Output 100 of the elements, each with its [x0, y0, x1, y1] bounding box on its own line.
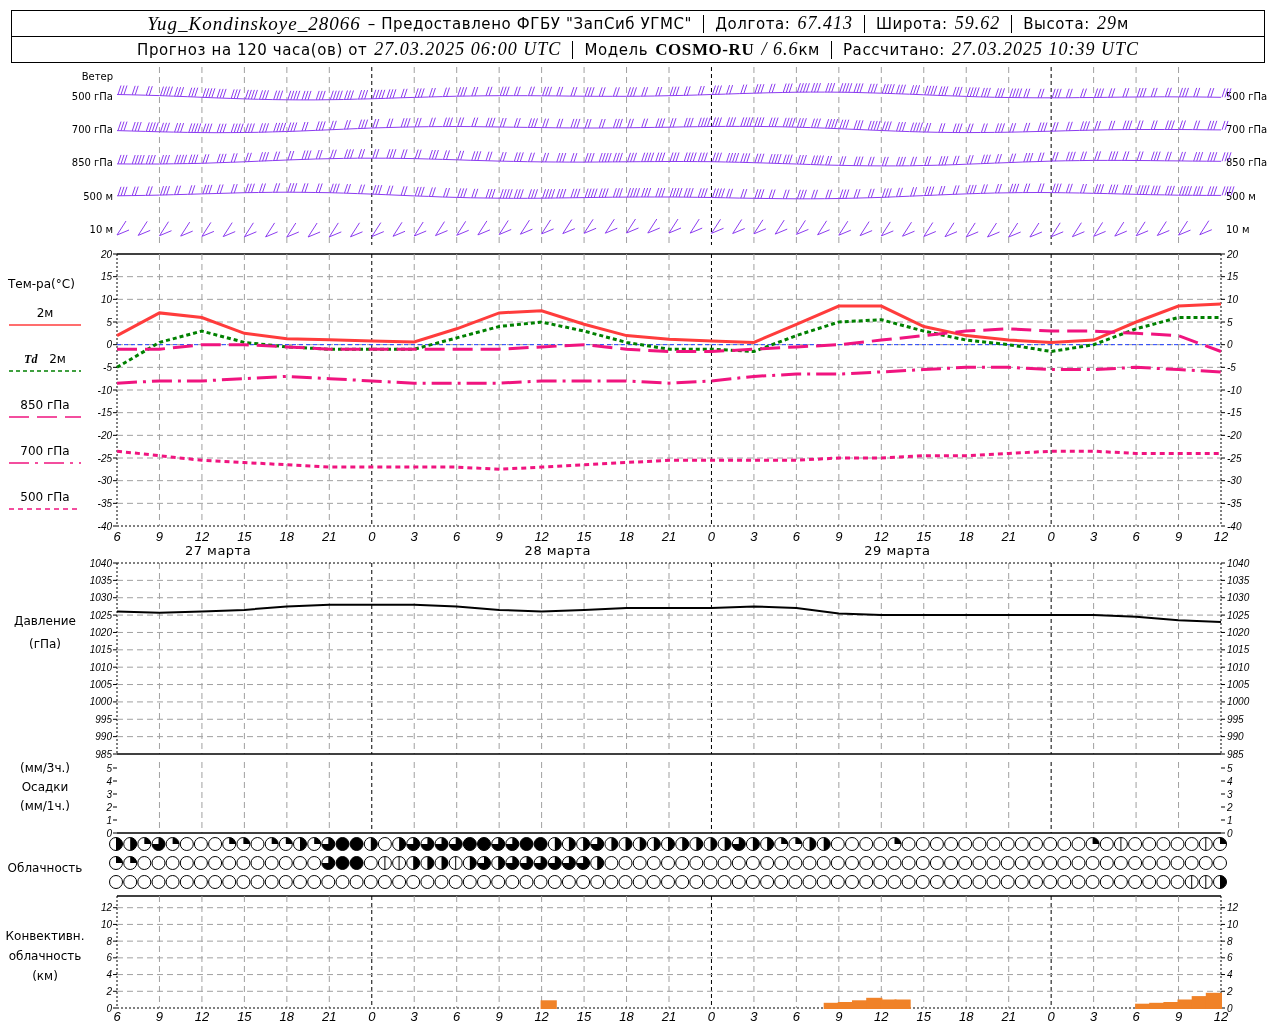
cloud-cover-icon	[1000, 875, 1015, 889]
cloud-cover-icon	[109, 856, 123, 870]
cloud-cover-icon	[519, 837, 534, 851]
axis-tick-label: 1030	[1227, 592, 1250, 604]
cloud-cover-icon	[1000, 856, 1015, 870]
cloud-cover-icon	[958, 856, 973, 870]
axis-tick-label: 8	[106, 935, 112, 947]
level-label: 500 м	[83, 190, 113, 202]
cloud-cover-icon	[335, 856, 350, 870]
cloud-cover-icon	[505, 837, 520, 851]
cloud-cover-icon	[774, 875, 789, 889]
cloud-cover-icon	[731, 856, 746, 870]
axis-tick-label: 0	[707, 528, 716, 544]
cloud-cover-icon	[576, 875, 591, 889]
cloud-cover-icon	[1043, 837, 1058, 851]
cloud-cover-icon	[561, 875, 576, 889]
cloud-cover-icon	[1198, 837, 1213, 851]
cloud-cover-icon	[774, 837, 789, 851]
cloud-cover-icon	[830, 837, 845, 851]
cloud-cover-icon	[477, 875, 491, 889]
cloud-cover-icon	[689, 875, 704, 889]
cloud-cover-icon	[1213, 837, 1227, 851]
cloud-cover-icon	[972, 875, 987, 889]
cloud-cover-icon	[745, 875, 760, 889]
level-label: 850 гПа	[1226, 156, 1268, 168]
axis-tick-label: 3	[410, 528, 418, 544]
cloud-cover-icon	[675, 856, 690, 870]
axis-tick-label: 9	[155, 528, 164, 544]
cloud-cover-icon	[958, 875, 973, 889]
axis-tick-label: 4	[106, 775, 112, 787]
level-label: 10 м	[89, 223, 113, 235]
axis-tick-label: 9	[495, 528, 503, 544]
cloud-cover-icon	[250, 875, 265, 889]
cloud-cover-icon	[717, 837, 732, 851]
axis-tick-label: 0	[1227, 1002, 1233, 1014]
station-name: Yug_Kondinskoye_28066	[147, 12, 361, 35]
cloud-cover-icon	[547, 875, 562, 889]
axis-tick-label: -15	[97, 407, 112, 419]
axis-tick-label: 4	[106, 969, 112, 981]
cloud-cover-icon	[618, 856, 633, 870]
cloud-cover-icon	[1128, 875, 1143, 889]
cloud-cover-icon	[774, 856, 789, 870]
cloud-cover-icon	[788, 875, 803, 889]
axis-tick-label: 6	[453, 1008, 461, 1021]
cloud-cover-icon	[335, 875, 350, 889]
cloud-cover-icon	[802, 837, 817, 851]
axis-tick-label: 1	[106, 814, 112, 826]
axis-tick-label: -15	[1227, 407, 1242, 419]
axis-tick-label: 18	[959, 528, 974, 544]
axis-tick-label: 18	[279, 1008, 295, 1021]
axis-tick-label: 1040	[1227, 557, 1250, 569]
cloud-cover-icon	[1113, 837, 1128, 851]
axis-tick-label: 4	[1227, 969, 1233, 981]
cloud-cover-icon	[1000, 837, 1015, 851]
cloud-cover-icon	[590, 875, 605, 889]
cloud-cover-icon	[576, 856, 591, 870]
cloud-cover-icon	[236, 837, 251, 851]
cloud-cover-icon	[1043, 856, 1058, 870]
cloud-cover-icon	[590, 856, 605, 870]
cloud-cover-icon	[944, 856, 959, 870]
cloud-cover-icon	[646, 856, 661, 870]
axis-tick-label: 21	[1001, 528, 1016, 544]
axis-tick-label: 1035	[89, 574, 112, 586]
level-label: 700 гПа	[71, 123, 113, 135]
cloud-cover-icon	[576, 837, 591, 851]
cloud-cover-icon	[179, 837, 194, 851]
cloud-cover-icon	[1156, 875, 1171, 889]
cloud-cover-icon	[646, 875, 661, 889]
cloud-cover-icon	[632, 837, 647, 851]
axis-tick-label: -25	[1227, 452, 1242, 464]
axis-tick-label: 985	[95, 748, 112, 760]
cloud-cover-icon	[392, 856, 407, 870]
cloud-cover-icon	[222, 837, 237, 851]
cloud-cover-icon	[363, 856, 378, 870]
axis-tick-label: 15	[237, 528, 252, 544]
cloud-cover-icon	[929, 837, 944, 851]
axis-tick-label: 9	[495, 1008, 503, 1021]
cloud-cover-icon	[1057, 875, 1072, 889]
cloud-cover-icon	[816, 837, 831, 851]
cloud-cover-icon	[703, 856, 718, 870]
cloud-cover-icon	[1043, 875, 1058, 889]
axis-tick-label: 1020	[89, 626, 112, 638]
cloud-cover-icon	[986, 875, 1001, 889]
cloud-cover-icon	[1184, 875, 1199, 889]
panel-title: облачность	[8, 948, 82, 965]
cloud-cover-icon	[349, 875, 364, 889]
cloud-cover-icon	[165, 875, 180, 889]
axis-tick-label: 18	[619, 528, 634, 544]
cloud-cover-icon	[1128, 856, 1143, 870]
axis-tick-label: 21	[322, 1008, 337, 1021]
cloud-cover-icon	[788, 837, 803, 851]
axis-tick-label: 12	[534, 1008, 549, 1021]
forecast-date: 27.03.2025 06:00 UTC	[374, 39, 562, 60]
panel-title: Конвективн.	[5, 928, 85, 945]
axis-tick-label: 3	[1227, 788, 1233, 800]
cloud-cover-icon	[717, 856, 732, 870]
panel-title: (мм/1ч.)	[19, 798, 71, 815]
cloud-cover-icon	[859, 837, 874, 851]
legend-label: 850 гПа	[20, 397, 70, 413]
axis-tick-label: 6	[1227, 952, 1233, 964]
